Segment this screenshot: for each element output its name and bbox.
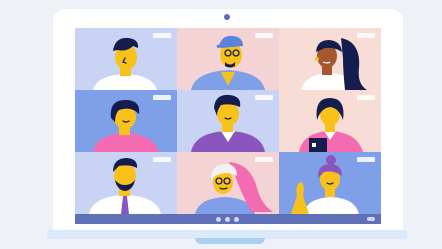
name-tag [153, 33, 171, 38]
camera-icon[interactable] [225, 217, 230, 222]
share-icon[interactable] [234, 217, 239, 222]
participant-tile[interactable] [279, 90, 381, 152]
participant-tile[interactable] [177, 152, 279, 214]
call-control-bar [75, 214, 381, 224]
name-tag [255, 33, 273, 38]
participant-tile[interactable] [75, 152, 177, 214]
participant-tile[interactable] [177, 90, 279, 152]
name-tag [255, 157, 273, 162]
name-tag [255, 95, 273, 100]
participant-tile[interactable] [279, 28, 381, 90]
participant-tile[interactable] [75, 90, 177, 152]
name-tag [357, 95, 375, 100]
mic-icon[interactable] [216, 217, 221, 222]
name-tag [153, 95, 171, 100]
participant-tile[interactable] [279, 152, 381, 214]
laptop-trackpad-notch [195, 238, 265, 244]
participant-grid [75, 28, 381, 214]
webcam-icon [224, 14, 230, 20]
name-tag [153, 157, 171, 162]
end-call-icon[interactable] [367, 217, 375, 221]
name-tag [357, 33, 375, 38]
participant-tile[interactable] [177, 28, 279, 90]
name-tag [357, 157, 375, 162]
video-call-screen [75, 28, 381, 224]
participant-tile[interactable] [75, 28, 177, 90]
